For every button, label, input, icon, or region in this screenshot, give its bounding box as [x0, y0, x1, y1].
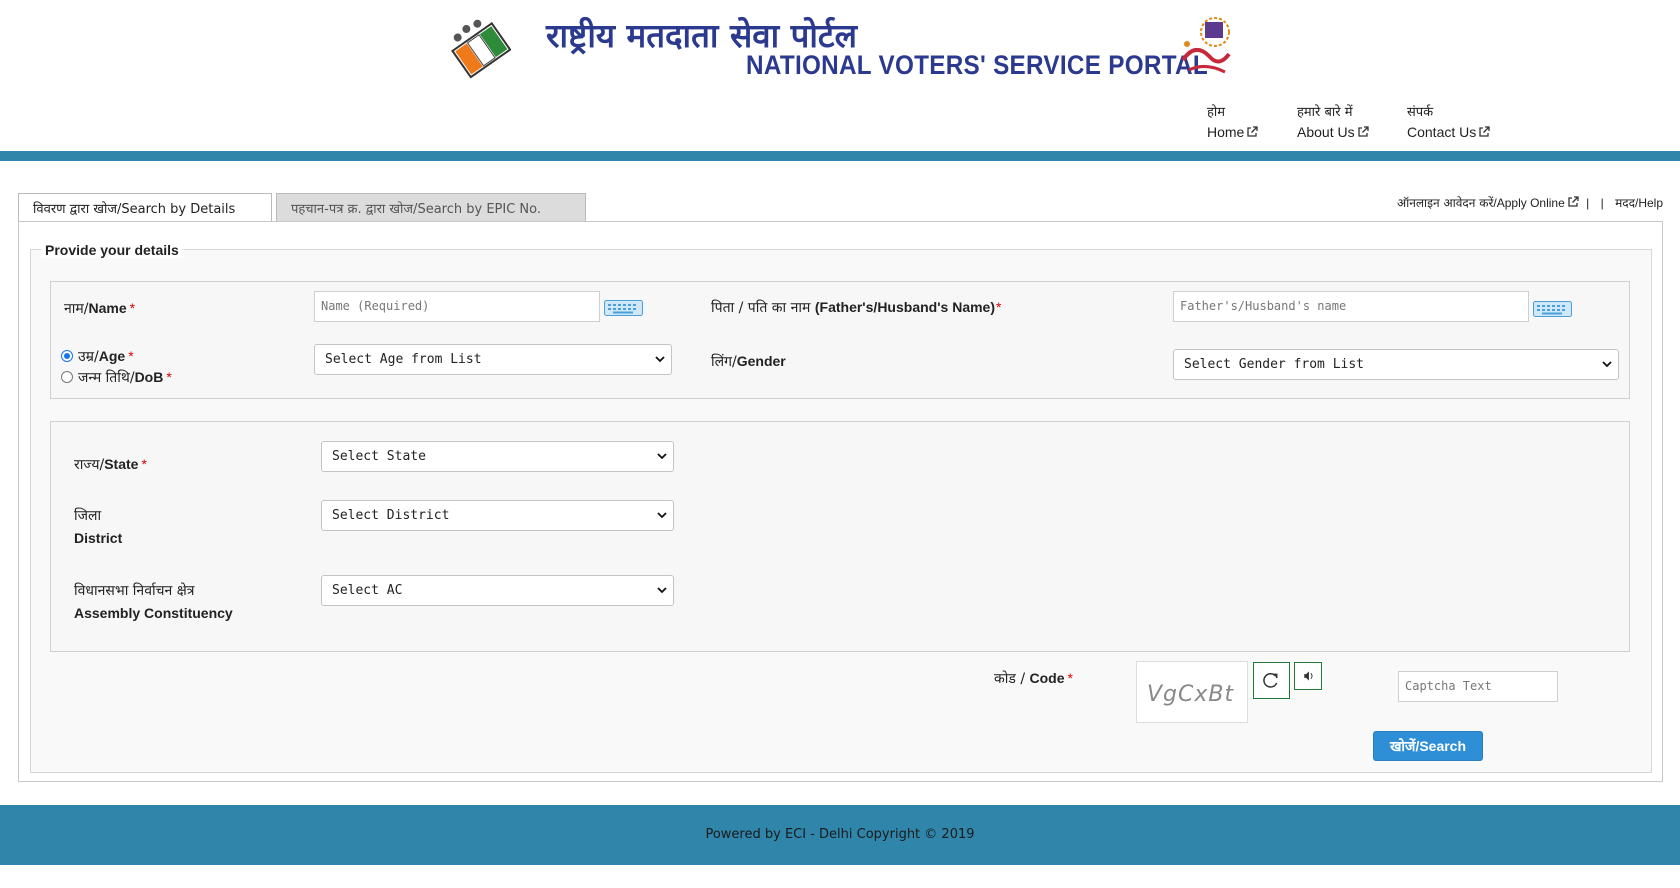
ac-select-value: Select AC	[332, 583, 403, 598]
external-link-icon	[1357, 126, 1369, 137]
header-divider-bar	[0, 151, 1680, 161]
gender-label: लिंग/Gender	[711, 353, 786, 370]
chevron-down-icon	[1602, 361, 1612, 368]
father-name-label: पिता / पति का नाम (Father's/Husband's Na…	[711, 299, 1002, 316]
captcha-image: VgCxBt	[1136, 661, 1248, 723]
tab-search-by-epic-label: पहचान-पत्र क्र. द्वारा खोज/Search by EPI…	[291, 202, 541, 217]
portal-title-english: NATIONAL VOTERS' SERVICE PORTAL	[746, 50, 1208, 80]
refresh-icon	[1263, 672, 1278, 688]
gender-select[interactable]: Select Gender from List	[1173, 349, 1619, 380]
external-link-icon	[1568, 196, 1579, 207]
apply-online-link[interactable]: ऑनलाइन आवेदन करें/Apply Online	[1397, 196, 1579, 210]
refresh-captcha-button[interactable]	[1253, 662, 1290, 699]
name-input[interactable]: Name (Required)	[314, 291, 600, 322]
tab-search-by-epic[interactable]: पहचान-पत्र क्र. द्वारा खोज/Search by EPI…	[276, 193, 586, 221]
captcha-code-label: कोड / Code *	[994, 670, 1073, 687]
footer: Powered by ECI - Delhi Copyright © 2019	[0, 805, 1680, 865]
audio-captcha-button[interactable]	[1294, 662, 1322, 690]
chevron-down-icon	[657, 453, 667, 460]
help-link[interactable]: मदद/Help	[1615, 196, 1663, 210]
state-label: राज्य/State *	[74, 456, 147, 473]
chevron-down-icon	[657, 587, 667, 594]
keyboard-icon[interactable]	[1533, 301, 1572, 317]
link-separator: |	[1586, 196, 1590, 210]
nav-contact-label: Contact Us	[1407, 124, 1477, 140]
tab-search-by-details-label: विवरण द्वारा खोज/Search by Details	[33, 202, 236, 217]
nav-home[interactable]: होम Home	[1207, 102, 1259, 140]
external-link-icon	[1247, 126, 1259, 137]
search-button[interactable]: खोजें/Search	[1373, 731, 1483, 761]
ac-label: विधानसभा निर्वाचन क्षेत्र Assembly Const…	[74, 583, 233, 621]
link-separator-2: |	[1600, 196, 1604, 210]
nav-about-hindi: हमारे बारे में	[1297, 105, 1353, 120]
district-select-value: Select District	[332, 508, 450, 523]
eci-logo-icon	[451, 19, 511, 79]
state-select[interactable]: Select State	[321, 441, 674, 472]
age-select-value: Select Age from List	[325, 352, 482, 367]
nav-home-label: Home	[1207, 124, 1245, 140]
fieldset-legend: Provide your details	[41, 242, 183, 258]
keyboard-icon[interactable]	[604, 300, 643, 316]
speaker-icon	[1304, 671, 1313, 681]
age-radio[interactable]	[61, 350, 73, 362]
nav-about-label: About Us	[1297, 124, 1355, 140]
district-select[interactable]: Select District	[321, 500, 674, 531]
chevron-down-icon	[657, 512, 667, 519]
father-name-input[interactable]: Father's/Husband's name	[1173, 291, 1529, 322]
name-label: नाम/Name *	[64, 300, 136, 317]
nav-home-hindi: होम	[1207, 105, 1226, 120]
captcha-input[interactable]: Captcha Text	[1398, 671, 1558, 702]
dob-radio-option[interactable]: जन्म तिथि/DoB *	[61, 368, 172, 387]
tab-search-by-details[interactable]: विवरण द्वारा खोज/Search by Details	[18, 193, 272, 222]
district-label: जिला District	[74, 508, 123, 546]
location-details-box	[50, 421, 1630, 652]
state-select-value: Select State	[332, 449, 426, 464]
nav-contact-hindi: संपर्क	[1407, 105, 1434, 120]
gender-select-value: Select Gender from List	[1184, 357, 1365, 372]
desh-ka-mahatyohar-logo-icon	[1181, 17, 1231, 74]
nav-contact-us[interactable]: संपर्क Contact Us	[1407, 102, 1490, 140]
external-link-icon	[1479, 126, 1490, 137]
top-links: ऑनलाइन आवेदन करें/Apply Online | | मदद/H…	[1397, 194, 1663, 211]
age-radio-option[interactable]: उम्र/Age *	[61, 347, 134, 366]
chevron-down-icon	[655, 356, 665, 363]
age-select[interactable]: Select Age from List	[314, 344, 672, 375]
dob-radio[interactable]	[61, 371, 73, 383]
ac-select[interactable]: Select AC	[321, 575, 674, 606]
nav-about-us[interactable]: हमारे बारे में About Us	[1297, 102, 1369, 140]
